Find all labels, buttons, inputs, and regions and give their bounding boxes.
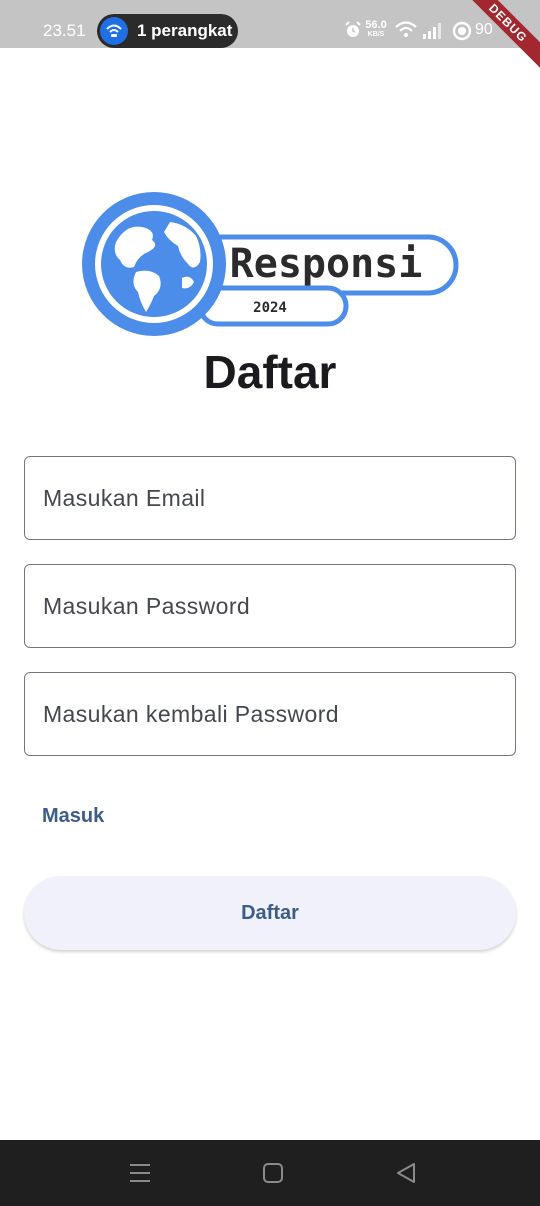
login-link[interactable]: Masuk	[42, 803, 104, 829]
home-icon[interactable]	[262, 1160, 284, 1186]
wifi-icon	[395, 21, 417, 38]
page-title: Daftar	[203, 346, 337, 398]
navigation-bar	[0, 1140, 540, 1206]
logo-year-text: 2024	[253, 300, 287, 316]
alarm-icon	[345, 21, 361, 37]
confirm-password-field[interactable]	[24, 672, 516, 756]
password-input[interactable]	[25, 565, 515, 647]
status-bar: 23.51 1 perangkat 56.0 KB/S 90	[0, 0, 540, 48]
battery-icon	[452, 21, 472, 41]
confirm-password-input[interactable]	[25, 673, 515, 755]
hotspot-icon	[100, 17, 128, 45]
email-input[interactable]	[25, 457, 515, 539]
responsi-logo: Responsi 2024	[82, 192, 459, 336]
email-field[interactable]	[24, 456, 516, 540]
signal-icon	[423, 23, 441, 39]
net-speed: 56.0 KB/S	[365, 19, 387, 39]
recents-menu-icon[interactable]	[129, 1160, 151, 1186]
register-button[interactable]: Daftar	[24, 876, 516, 950]
back-icon[interactable]	[395, 1160, 417, 1186]
battery-level: 90	[475, 21, 493, 38]
hotspot-text: 1 perangkat	[137, 21, 233, 40]
hotspot-chip[interactable]: 1 perangkat	[97, 14, 238, 48]
logo-brand-text: Responsi	[230, 241, 423, 287]
status-time: 23.51	[43, 21, 86, 40]
password-field[interactable]	[24, 564, 516, 648]
